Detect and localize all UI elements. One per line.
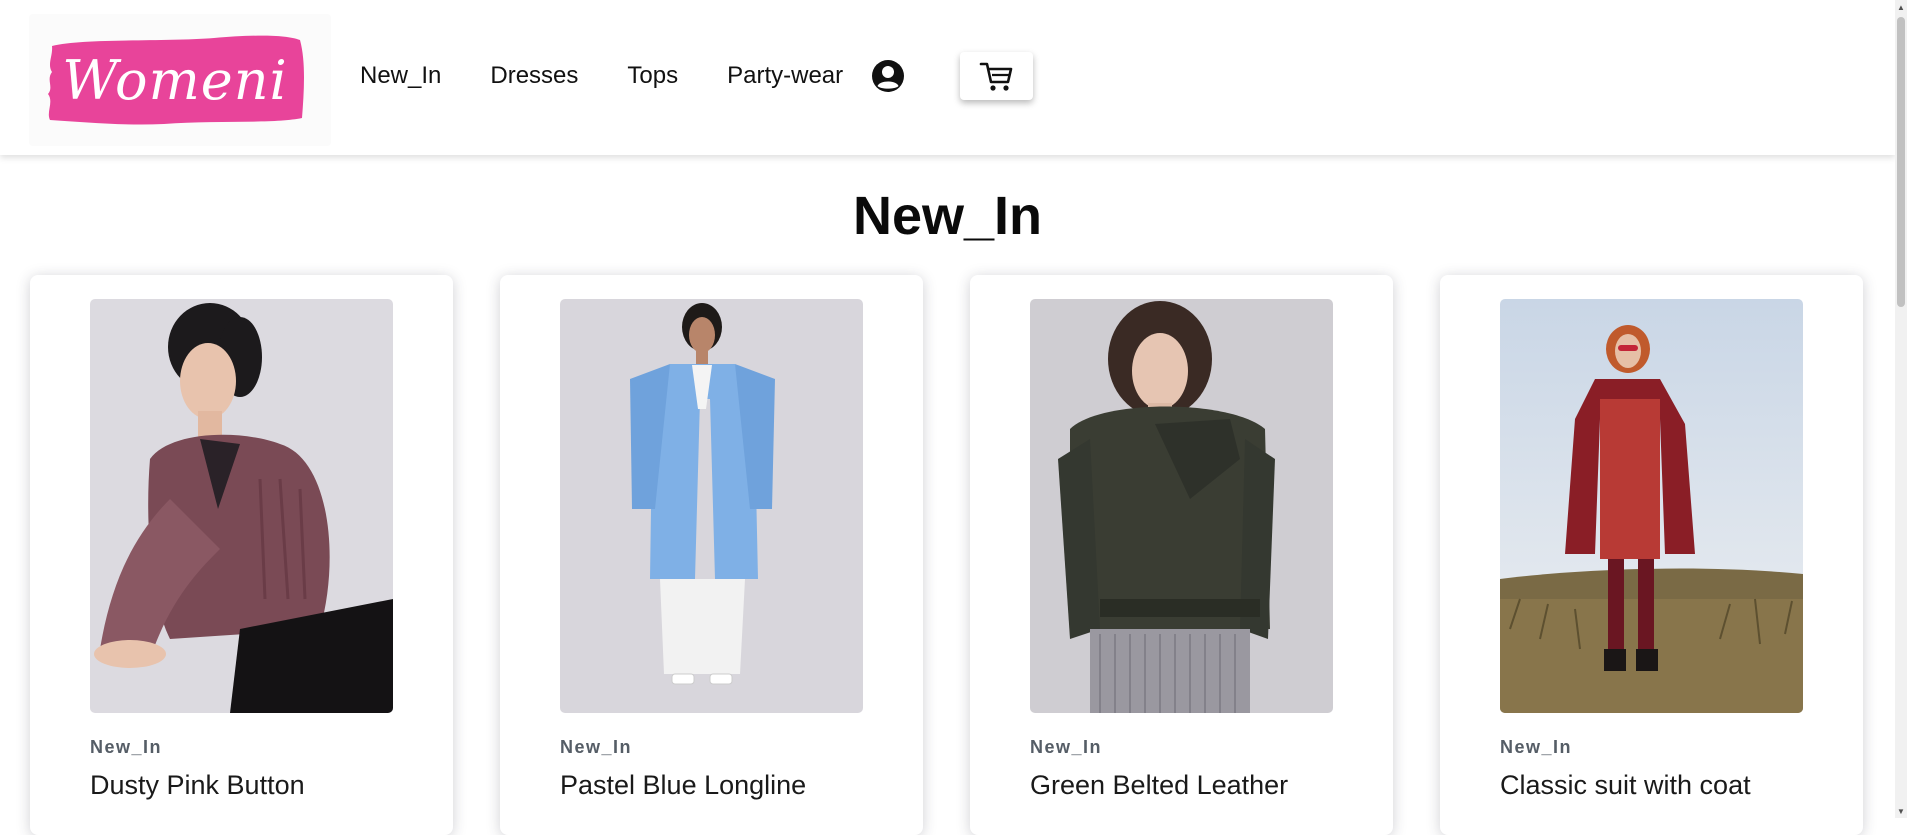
product-title[interactable]: Green Belted Leather <box>1030 770 1288 801</box>
logo-container[interactable]: Womeni <box>29 14 331 146</box>
product-card[interactable]: New_In Classic suit with coat <box>1440 275 1863 835</box>
scroll-up-arrow-icon[interactable]: ▲ <box>1895 0 1907 14</box>
vertical-scrollbar[interactable]: ▲ ▼ <box>1895 0 1907 818</box>
product-image[interactable] <box>90 299 393 713</box>
product-category: New_In <box>1500 737 1573 757</box>
product-card[interactable]: New_In Pastel Blue Longline <box>500 275 923 835</box>
scrollbar-thumb[interactable] <box>1897 17 1905 307</box>
product-card[interactable]: New_In Green Belted Leather <box>970 275 1393 835</box>
site-header: Womeni New_In Dresses Tops Party-wear <box>0 0 1895 155</box>
product-image[interactable] <box>560 299 863 713</box>
shopping-cart-icon <box>979 62 1012 91</box>
nav-link-dresses[interactable]: Dresses <box>490 52 578 100</box>
nav-link-party-wear[interactable]: Party-wear <box>727 52 843 100</box>
nav-link-tops[interactable]: Tops <box>627 52 678 100</box>
user-circle-icon[interactable] <box>871 59 905 93</box>
product-category: New_In <box>1030 737 1103 757</box>
cart-button[interactable] <box>960 52 1033 100</box>
scroll-down-arrow-icon[interactable]: ▼ <box>1895 804 1907 818</box>
product-category: New_In <box>90 737 163 757</box>
product-card[interactable]: New_In Dusty Pink Button <box>30 275 453 835</box>
product-image[interactable] <box>1030 299 1333 713</box>
product-image[interactable] <box>1500 299 1803 713</box>
main-nav: New_In Dresses Tops Party-wear <box>360 52 905 100</box>
product-category: New_In <box>560 737 633 757</box>
nav-link-new-in[interactable]: New_In <box>360 52 441 100</box>
product-title[interactable]: Pastel Blue Longline <box>560 770 806 801</box>
brand-logo[interactable]: Womeni <box>44 32 306 128</box>
product-title[interactable]: Dusty Pink Button <box>90 770 305 801</box>
product-title[interactable]: Classic suit with coat <box>1500 770 1751 801</box>
logo-text: Womeni <box>62 48 288 112</box>
page-title: New_In <box>852 186 1043 246</box>
